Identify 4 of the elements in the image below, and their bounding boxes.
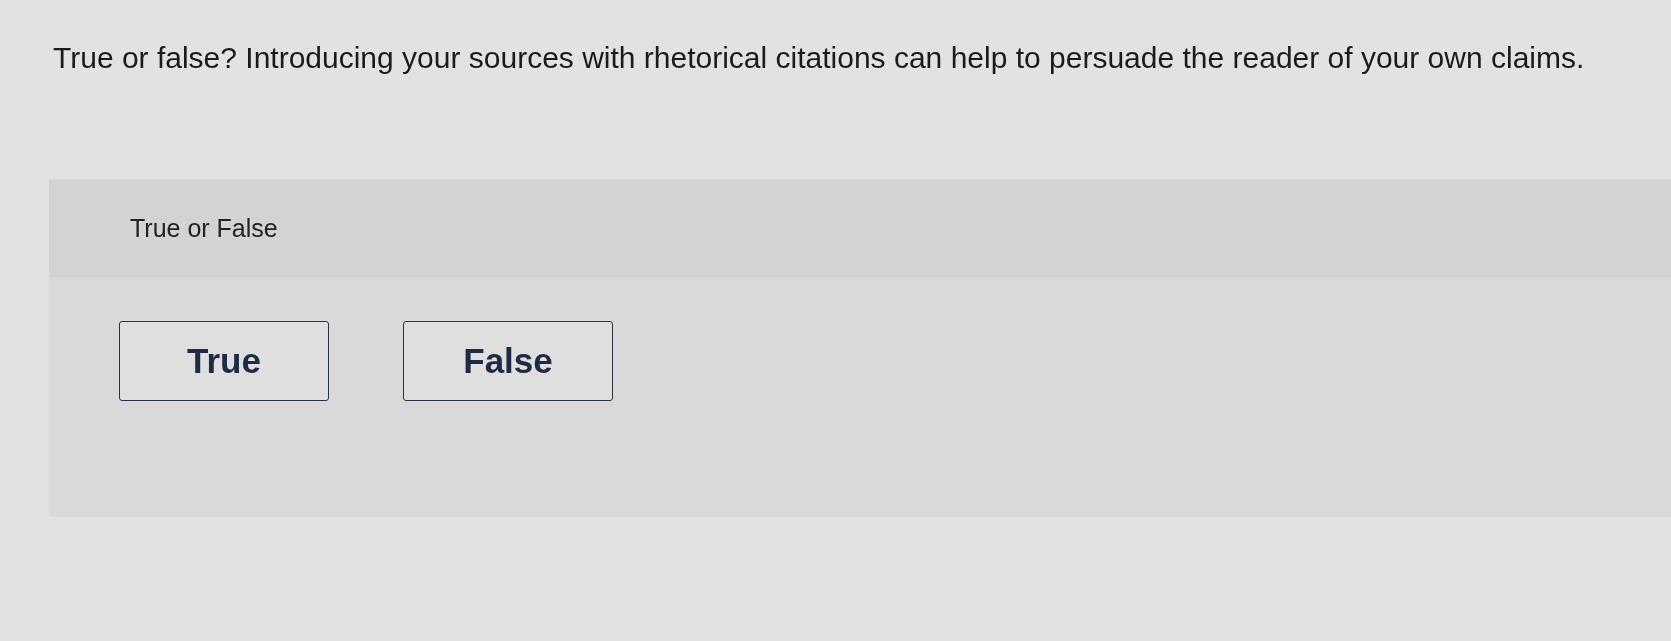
answer-option-button[interactable]: True (119, 321, 329, 401)
question-type-label: True or False (130, 213, 278, 243)
answer-option-button[interactable]: False (403, 321, 613, 401)
question-text: True or false? Introducing your sources with rhetorical citations can help to persuade the reader of your own claims. (53, 40, 1585, 76)
